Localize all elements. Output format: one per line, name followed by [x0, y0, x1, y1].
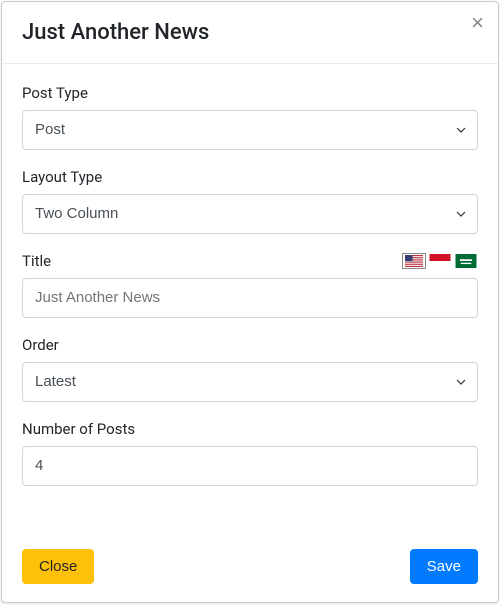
saudi-flag-icon[interactable] — [454, 253, 478, 269]
us-flag-icon[interactable] — [402, 253, 426, 269]
title-group: Title — [22, 252, 478, 318]
modal-header: Just Another News × — [2, 2, 498, 64]
post-type-label: Post Type — [22, 84, 88, 102]
post-type-group: Post Type Post — [22, 84, 478, 150]
close-button[interactable]: Close — [22, 549, 94, 584]
layout-type-group: Layout Type Two Column — [22, 168, 478, 234]
close-icon[interactable]: × — [471, 12, 484, 34]
num-posts-label: Number of Posts — [22, 420, 135, 438]
order-group: Order Latest — [22, 336, 478, 402]
order-label: Order — [22, 336, 59, 354]
language-flags — [402, 253, 478, 269]
modal-footer: Close Save — [2, 535, 498, 602]
title-label: Title — [22, 252, 51, 270]
title-input[interactable] — [22, 278, 478, 318]
modal-title: Just Another News — [22, 18, 209, 49]
layout-type-select[interactable]: Two Column — [22, 194, 478, 234]
indonesia-flag-icon[interactable] — [428, 253, 452, 269]
num-posts-input[interactable] — [22, 446, 478, 486]
post-type-select[interactable]: Post — [22, 110, 478, 150]
modal-body: Post Type Post Layout Type Two Column Ti… — [2, 64, 498, 535]
layout-type-label: Layout Type — [22, 168, 102, 186]
modal-dialog: Just Another News × Post Type Post Layou… — [1, 1, 499, 603]
num-posts-group: Number of Posts — [22, 420, 478, 486]
save-button[interactable]: Save — [410, 549, 478, 584]
order-select[interactable]: Latest — [22, 362, 478, 402]
